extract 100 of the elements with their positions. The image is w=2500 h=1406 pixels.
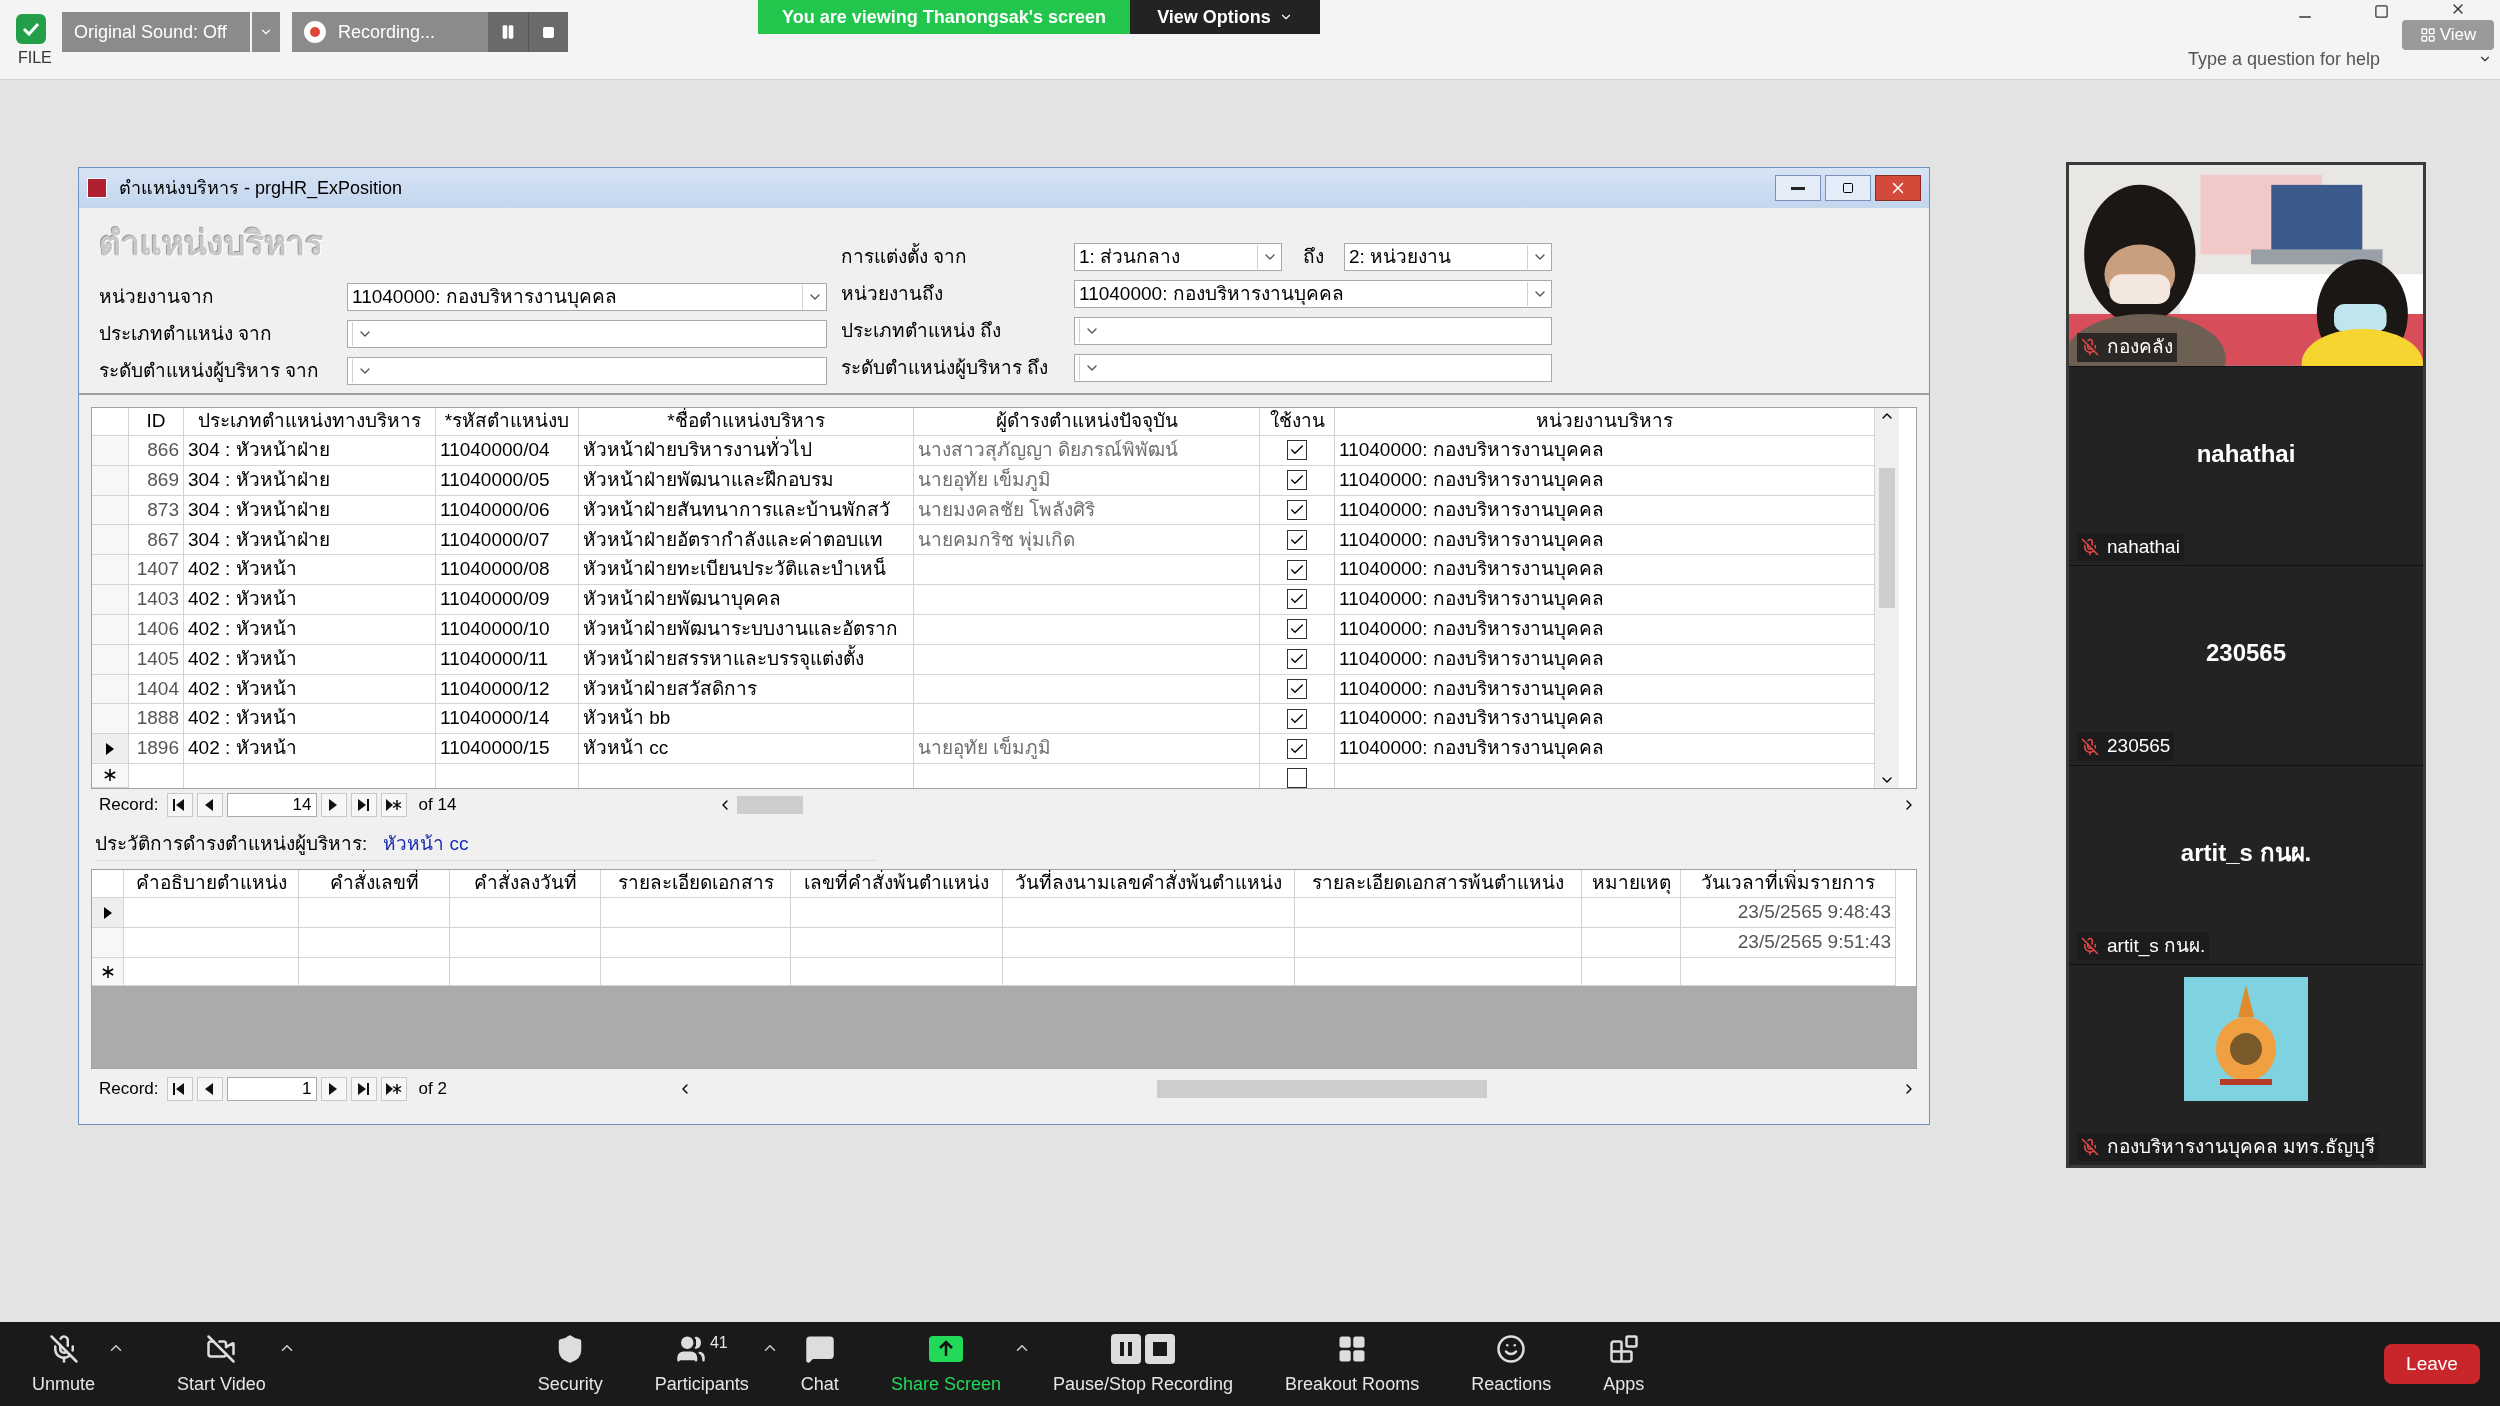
table-cell: นางสาวสุภัญญา ดิยภรณ์พิพัฒน์: [914, 436, 1260, 466]
toolbar-button[interactable]: Breakout Rooms: [1273, 1330, 1432, 1398]
toolbar-button[interactable]: Security: [525, 1330, 615, 1398]
active-checkbox[interactable]: [1287, 738, 1307, 759]
leave-button[interactable]: Leave: [2384, 1344, 2480, 1384]
toolbar-button[interactable]: Reactions: [1459, 1330, 1564, 1398]
apps-icon: [1608, 1333, 1639, 1364]
active-checkbox[interactable]: [1287, 559, 1307, 580]
dropdown-field[interactable]: 11040000: กองบริหารงานบุคคล: [1074, 280, 1552, 308]
next-record-button[interactable]: [320, 1077, 347, 1101]
help-search-field[interactable]: Type a question for help: [2188, 46, 2381, 73]
active-checkbox[interactable]: [1287, 589, 1307, 610]
dropdown-field[interactable]: [1074, 354, 1552, 382]
table-cell: หัวหน้าฝ่ายพัฒนาบุคคล: [579, 585, 914, 615]
minimize-button[interactable]: [1775, 175, 1821, 201]
active-checkbox[interactable]: [1287, 470, 1307, 491]
toolbar-button[interactable]: Chat: [788, 1330, 851, 1398]
table-cell: 1896: [129, 734, 184, 764]
table-cell: หัวหน้าฝ่ายบริหารงานทั่วไป: [579, 436, 914, 466]
shield-check-icon: [16, 14, 46, 44]
new-record-button[interactable]: [380, 793, 407, 817]
active-checkbox[interactable]: [1287, 619, 1307, 640]
form-icon: [87, 178, 107, 198]
column-header: ประเภทตำแหน่งทางบริหาร: [184, 408, 436, 436]
table-cell: 11040000: กองบริหารงานบุคคล: [1335, 734, 1875, 764]
table-cell: 11040000: กองบริหารงานบุคคล: [1335, 555, 1875, 586]
table-cell: 304 : หัวหน้าฝ่าย: [184, 525, 436, 556]
toolbar-button[interactable]: Apps: [1591, 1330, 1657, 1398]
table-cell: หัวหน้าฝ่ายสวัสดิการ: [579, 674, 914, 705]
toolbar-button[interactable]: Share Screen: [878, 1330, 1013, 1398]
active-checkbox[interactable]: [1287, 649, 1307, 670]
field-label: ระดับตำแหน่งผู้บริหาร จาก: [99, 358, 321, 384]
last-record-button[interactable]: [350, 1077, 377, 1101]
record-number-field[interactable]: 14: [226, 793, 317, 817]
table-cell: 11040000: กองบริหารงานบุคคล: [1335, 436, 1875, 466]
table-cell: 866: [129, 436, 184, 466]
toolbar-button[interactable]: Pause/Stop Recording: [1040, 1330, 1246, 1398]
table-cell: 402 : หัวหน้า: [184, 704, 436, 735]
column-header: ID: [129, 408, 184, 436]
maximize-button[interactable]: [1825, 175, 1871, 201]
prev-record-button[interactable]: [196, 1077, 223, 1101]
close-button[interactable]: [1875, 175, 1921, 201]
muted-microphone-icon: [48, 1333, 79, 1364]
stop-button[interactable]: [528, 12, 568, 52]
first-record-button[interactable]: [166, 1077, 193, 1101]
dropdown-field[interactable]: [347, 320, 827, 348]
table-cell: 869: [129, 465, 184, 496]
form-heading: ตำแหน่งบริหาร: [99, 223, 323, 264]
active-checkbox[interactable]: [1287, 529, 1307, 550]
record-total: of 14: [418, 794, 457, 817]
dropdown-field[interactable]: [347, 357, 827, 385]
maximize-icon: [1842, 182, 1854, 194]
row-pointer-icon: [105, 741, 115, 756]
row-pointer-icon: [102, 905, 113, 920]
table-cell: 402 : หัวหน้า: [184, 585, 436, 615]
dropdown-field[interactable]: 2: หน่วยงาน: [1344, 243, 1552, 271]
last-record-button[interactable]: [350, 793, 377, 817]
active-checkbox[interactable]: [1287, 500, 1307, 521]
record-number-field[interactable]: 1: [226, 1077, 317, 1101]
file-tab[interactable]: FILE: [18, 46, 52, 70]
active-checkbox[interactable]: [1287, 440, 1307, 461]
maximize-icon[interactable]: [2374, 4, 2389, 19]
muted-microphone-icon: [2081, 1137, 2099, 1156]
toolbar-button[interactable]: Start Video: [165, 1330, 278, 1398]
screen-share-banner: You are viewing Thanongsak's screen: [758, 0, 1130, 34]
participant-name: nahathai: [2196, 438, 2296, 469]
table-cell: 11040000: กองบริหารงานบุคคล: [1335, 644, 1875, 675]
dropdown-field[interactable]: 1: ส่วนกลาง: [1074, 243, 1282, 271]
table-cell: หัวหน้าฝ่ายอัตรากำลังและค่าตอบแท: [579, 525, 914, 556]
new-record-button[interactable]: [380, 1077, 407, 1101]
grid-icon: [2419, 27, 2436, 43]
active-checkbox[interactable]: [1287, 708, 1307, 729]
first-record-button[interactable]: [166, 793, 193, 817]
column-header: ใช้งาน: [1260, 408, 1335, 436]
pause-icon: [500, 24, 516, 40]
new-row-icon: [100, 964, 115, 979]
dropdown-field[interactable]: [1074, 317, 1552, 345]
active-checkbox[interactable]: [1287, 678, 1307, 699]
vertical-scrollbar[interactable]: [1875, 408, 1899, 788]
table-cell: 11040000/12: [436, 674, 579, 705]
position-name: หัวหน้า cc: [383, 832, 469, 857]
view-options-button[interactable]: View Options: [1130, 0, 1320, 34]
scrollbar-thumb[interactable]: [1157, 1080, 1487, 1098]
scrollbar-thumb[interactable]: [737, 796, 803, 814]
pause-button[interactable]: [488, 12, 528, 52]
pause-icon: [1111, 1333, 1141, 1364]
prev-record-button[interactable]: [196, 793, 223, 817]
toolbar-button[interactable]: Unmute: [20, 1330, 108, 1398]
active-checkbox[interactable]: [1287, 767, 1307, 788]
next-record-button[interactable]: [320, 793, 347, 817]
field-label: ประเภทตำแหน่ง ถึง: [841, 318, 1003, 343]
dropdown-field[interactable]: 11040000: กองบริหารงานบุคคล: [347, 283, 827, 311]
record-label: Record:: [99, 794, 159, 817]
smiley-icon: [1496, 1333, 1527, 1364]
table-cell: หัวหน้าฝ่ายสันทนาการและบ้านพักสวั: [579, 495, 914, 526]
video-off-icon: [206, 1333, 237, 1364]
scrollbar-thumb[interactable]: [1879, 468, 1895, 608]
table-cell: หัวหน้าฝ่ายพัฒนาและฝึกอบรม: [579, 465, 914, 496]
toolbar-button[interactable]: 41 Participants: [642, 1330, 761, 1398]
record-total: of 2: [418, 1078, 447, 1101]
